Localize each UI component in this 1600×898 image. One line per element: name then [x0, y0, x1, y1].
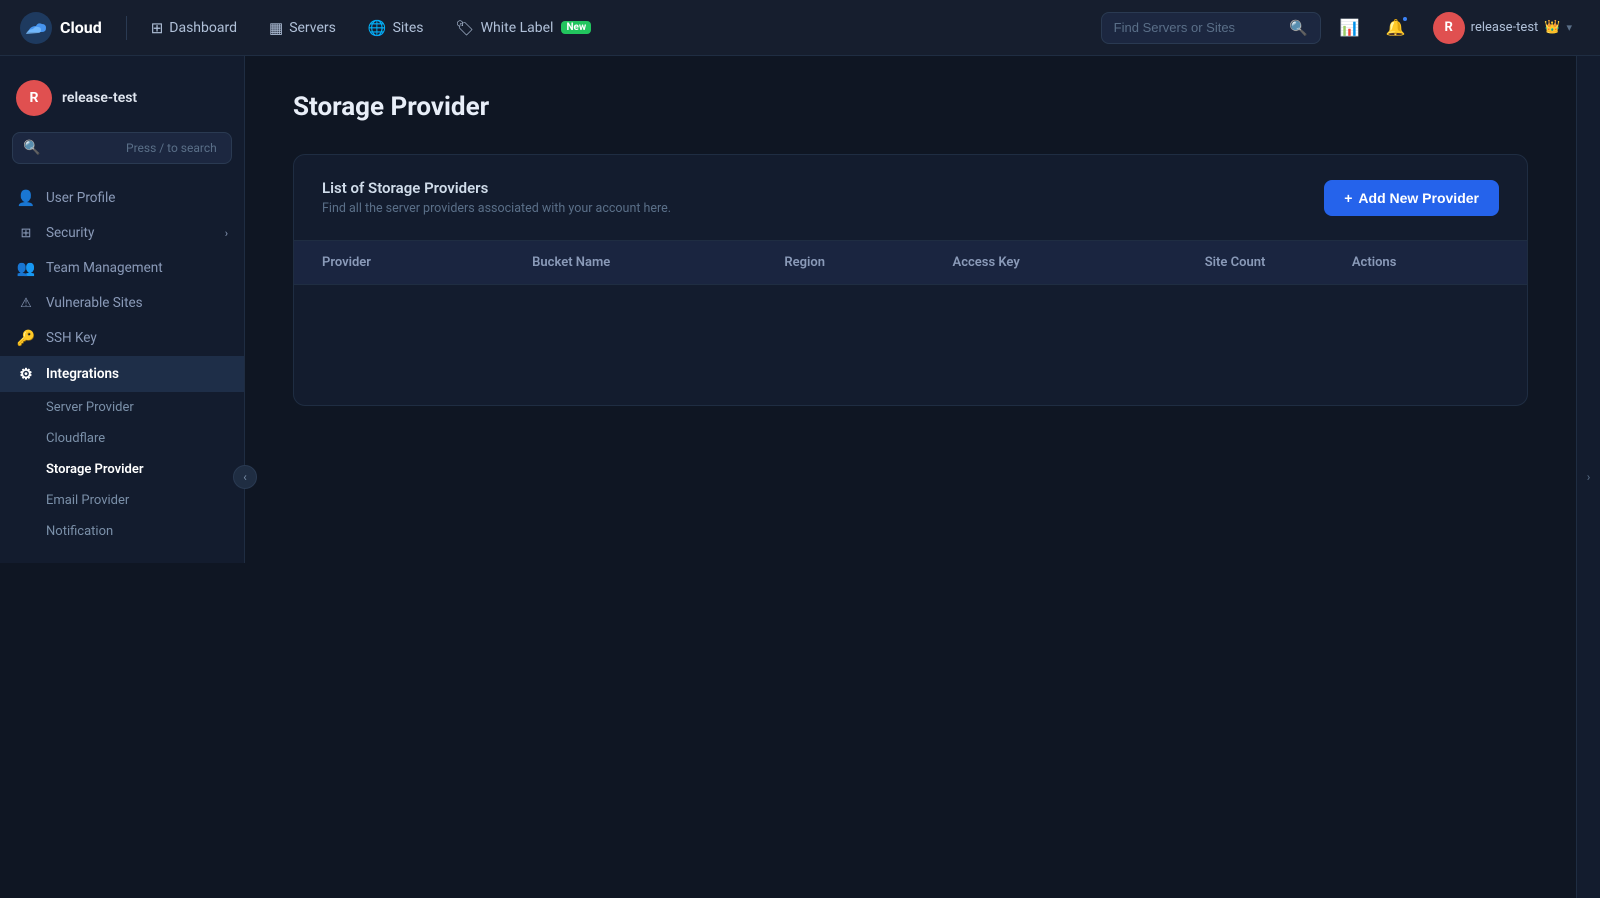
integrations-icon: ⚙: [16, 365, 36, 383]
global-search[interactable]: 🔍: [1101, 12, 1321, 44]
nav-dashboard[interactable]: ⊞ Dashboard: [139, 13, 249, 43]
sidebar: R release-test 🔍 Press / to search 👤 Use…: [0, 56, 245, 563]
sidebar-item-vulnerable-sites[interactable]: ⚠ Vulnerable Sites: [0, 286, 244, 320]
sidebar-username: release-test: [62, 90, 137, 106]
servers-icon: ▦: [269, 19, 283, 37]
sidebar-sub-email-provider[interactable]: Email Provider: [0, 485, 244, 516]
logo[interactable]: Cloud: [20, 12, 102, 44]
white-label-icon: 🏷: [456, 19, 475, 37]
activity-icon: 📊: [1340, 18, 1360, 37]
card-title: List of Storage Providers: [322, 179, 671, 197]
sidebar-item-label: Security: [46, 225, 94, 241]
sidebar-item-label: User Profile: [46, 190, 115, 206]
user-chevron-icon: ▾: [1566, 21, 1572, 34]
ssh-key-icon: 🔑: [16, 329, 36, 347]
sidebar-item-label: Team Management: [46, 260, 163, 276]
sidebar-wrapper: R release-test 🔍 Press / to search 👤 Use…: [0, 56, 245, 898]
sidebar-search[interactable]: 🔍 Press / to search: [12, 132, 232, 164]
sidebar-sub-notification[interactable]: Notification: [0, 516, 244, 547]
sidebar-sub-storage-provider[interactable]: Storage Provider: [0, 454, 244, 485]
security-icon: ⊞: [16, 226, 36, 241]
card-title-section: List of Storage Providers Find all the s…: [322, 179, 671, 216]
dashboard-icon: ⊞: [151, 19, 164, 37]
sidebar-collapse-button[interactable]: ‹: [233, 465, 257, 489]
sidebar-item-user-profile[interactable]: 👤 User Profile: [0, 180, 244, 216]
user-avatar: R: [1433, 12, 1465, 44]
email-provider-label: Email Provider: [46, 493, 129, 508]
app-body: R release-test 🔍 Press / to search 👤 Use…: [0, 56, 1600, 898]
sidebar-item-integrations[interactable]: ⚙ Integrations: [0, 356, 244, 392]
storage-providers-card: List of Storage Providers Find all the s…: [293, 154, 1528, 406]
nav-separator: [126, 16, 127, 40]
security-chevron-icon: ›: [225, 227, 228, 240]
col-provider: Provider: [322, 255, 532, 270]
main-content: Storage Provider List of Storage Provide…: [245, 56, 1576, 898]
right-collapse-icon: ›: [1587, 470, 1591, 484]
sidebar-item-label: Integrations: [46, 366, 119, 382]
nav-sites[interactable]: 🌐 Sites: [356, 13, 436, 43]
sidebar-sub-cloudflare[interactable]: Cloudflare: [0, 423, 244, 454]
user-name: release-test: [1471, 20, 1539, 35]
logo-text: Cloud: [60, 18, 102, 37]
server-provider-label: Server Provider: [46, 400, 134, 415]
card-header: List of Storage Providers Find all the s…: [294, 155, 1527, 241]
activity-button[interactable]: 📊: [1333, 11, 1367, 45]
col-access-key: Access Key: [953, 255, 1205, 270]
right-panel-collapse-button[interactable]: ›: [1576, 56, 1600, 898]
sidebar-item-team-management[interactable]: 👥 Team Management: [0, 250, 244, 286]
topnav: Cloud ⊞ Dashboard ▦ Servers 🌐 Sites 🏷 Wh…: [0, 0, 1600, 56]
sites-icon: 🌐: [368, 19, 387, 37]
nav-white-label[interactable]: 🏷 White Label New: [444, 13, 604, 43]
cloudflare-label: Cloudflare: [46, 431, 105, 446]
storage-provider-label: Storage Provider: [46, 462, 144, 477]
sidebar-sub-server-provider[interactable]: Server Provider: [0, 392, 244, 423]
table-header: Provider Bucket Name Region Access Key S…: [294, 241, 1527, 285]
sidebar-avatar: R: [16, 80, 52, 116]
vulnerable-sites-icon: ⚠: [16, 296, 36, 311]
col-site-count: Site Count: [1205, 255, 1352, 270]
sidebar-user-section: R release-test: [0, 72, 244, 132]
user-menu[interactable]: R release-test 👑 ▾: [1425, 8, 1580, 48]
new-badge: New: [561, 21, 591, 34]
sidebar-item-label: SSH Key: [46, 330, 97, 346]
col-actions: Actions: [1352, 255, 1499, 270]
add-icon: +: [1344, 190, 1352, 206]
sidebar-item-label: Vulnerable Sites: [46, 295, 143, 311]
card-subtitle: Find all the server providers associated…: [322, 201, 671, 216]
search-input[interactable]: [1114, 20, 1281, 35]
nav-servers-label: Servers: [289, 20, 336, 36]
sidebar-item-ssh-key[interactable]: 🔑 SSH Key: [0, 320, 244, 356]
page-title: Storage Provider: [293, 92, 1528, 122]
notification-dot: [1401, 15, 1409, 23]
table-empty-state: [294, 285, 1527, 405]
add-button-label: Add New Provider: [1358, 190, 1479, 206]
nav-servers[interactable]: ▦ Servers: [257, 13, 348, 43]
sidebar-search-placeholder: Press / to search: [126, 141, 221, 155]
col-region: Region: [784, 255, 952, 270]
notifications-button[interactable]: 🔔: [1379, 11, 1413, 45]
nav-white-label-label: White Label: [481, 20, 554, 36]
sidebar-item-security[interactable]: ⊞ Security ›: [0, 216, 244, 250]
col-bucket-name: Bucket Name: [532, 255, 784, 270]
user-profile-icon: 👤: [16, 189, 36, 207]
add-new-provider-button[interactable]: + Add New Provider: [1324, 180, 1499, 216]
topnav-right: 🔍 📊 🔔 R release-test 👑 ▾: [1101, 8, 1580, 48]
sidebar-search-icon: 🔍: [23, 140, 118, 156]
nav-dashboard-label: Dashboard: [169, 20, 237, 36]
search-icon: 🔍: [1289, 19, 1308, 37]
crown-icon: 👑: [1544, 20, 1560, 35]
team-management-icon: 👥: [16, 259, 36, 277]
notification-label: Notification: [46, 524, 113, 539]
nav-sites-label: Sites: [393, 20, 424, 36]
